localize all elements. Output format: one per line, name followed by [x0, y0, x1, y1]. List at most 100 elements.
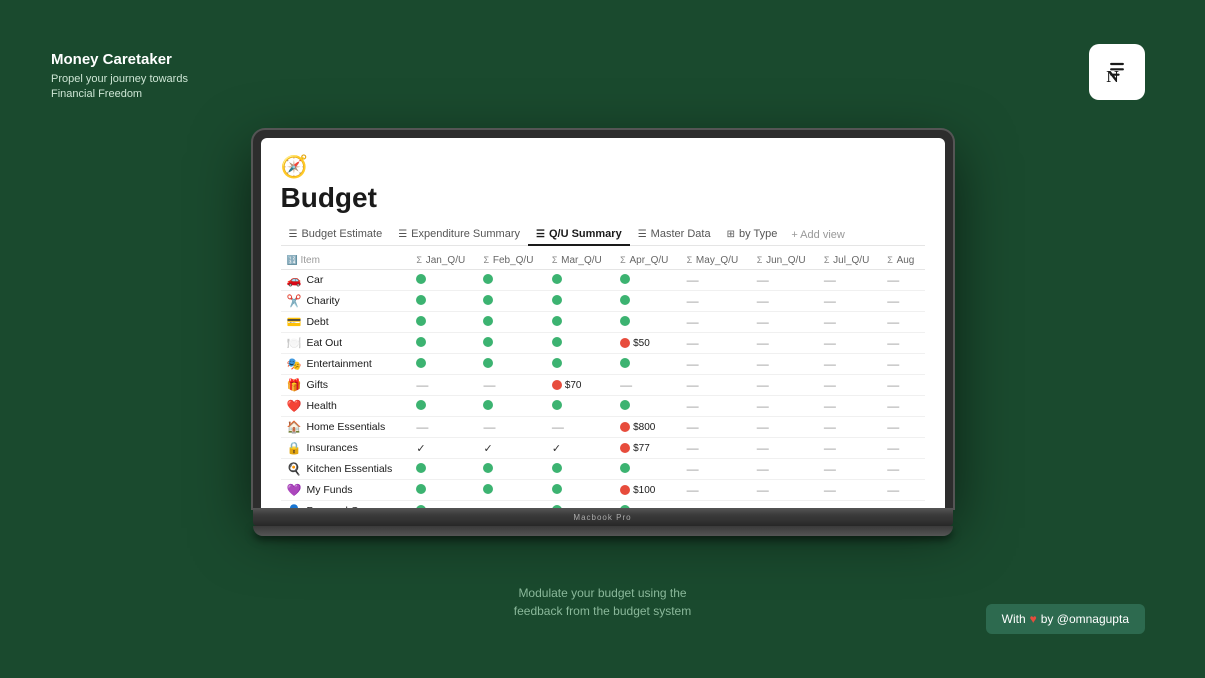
col-jun: Σ Jun_Q/U [751, 252, 818, 270]
green-dot [620, 274, 630, 284]
table-cell [614, 354, 680, 375]
dash-indicator: — [757, 315, 769, 329]
green-dot [552, 484, 562, 494]
table-cell: — [751, 291, 818, 312]
table-cell: ✓ [546, 438, 614, 459]
dash-indicator: — [687, 378, 699, 392]
item-emoji: 👤 [287, 504, 302, 508]
item-emoji: 🏠 [287, 420, 302, 434]
dash-indicator: — [620, 378, 632, 392]
heart-icon: ♥ [1030, 612, 1037, 626]
dash-indicator: — [824, 462, 836, 476]
green-dot [483, 316, 493, 326]
table-cell [410, 312, 477, 333]
brand-section: Money Caretaker Propel your journey towa… [51, 51, 188, 103]
table-cell: — [751, 501, 818, 509]
tab-master-data[interactable]: ☰ Master Data [630, 224, 719, 246]
item-name: Eat Out [306, 337, 342, 349]
table-cell: — [681, 375, 751, 396]
table-cell: — [818, 312, 881, 333]
tab-qu-summary[interactable]: ☰ Q/U Summary [528, 224, 630, 246]
green-dot [416, 337, 426, 347]
dash-indicator: — [483, 378, 495, 392]
overage-indicator: $100 [620, 485, 674, 496]
table-cell [410, 354, 477, 375]
dash-indicator: — [887, 483, 899, 497]
add-view-button[interactable]: + Add view [785, 225, 851, 245]
overage-indicator: $77 [620, 443, 674, 454]
dash-indicator: — [416, 420, 428, 434]
footer-text: Modulate your budget using thefeedback f… [514, 584, 691, 620]
overage-indicator: $800 [620, 422, 674, 433]
table-cell: — [818, 438, 881, 459]
col-apr: Σ Apr_Q/U [614, 252, 680, 270]
item-cell: 🍳 Kitchen Essentials [281, 459, 411, 480]
item-name: Personal Care [306, 505, 373, 508]
brand-title: Money Caretaker [51, 51, 188, 68]
table-cell: — [681, 354, 751, 375]
table-cell [477, 333, 545, 354]
item-name: Charity [306, 295, 339, 307]
table-cell: $70 [546, 375, 614, 396]
table-cell: — [681, 312, 751, 333]
table-row: 🚗 Car — — — — [281, 270, 925, 291]
notion-logo: N [1089, 44, 1145, 100]
table-cell [546, 354, 614, 375]
table-cell: — [818, 333, 881, 354]
table-icon-4: ☰ [638, 229, 647, 240]
item-name: Entertainment [306, 358, 371, 370]
dash-indicator: — [887, 315, 899, 329]
dash-indicator: — [687, 420, 699, 434]
svg-text:N: N [1106, 67, 1119, 86]
laptop-bottom [253, 526, 953, 536]
table-cell [477, 480, 545, 501]
tab-expenditure-summary[interactable]: ☰ Expenditure Summary [390, 224, 528, 246]
table-cell: — [477, 417, 545, 438]
item-emoji: 💳 [287, 315, 302, 329]
dash-indicator: — [687, 399, 699, 413]
dash-indicator: — [887, 336, 899, 350]
green-dot [620, 463, 630, 473]
table-cell: — [751, 354, 818, 375]
credit-prefix: With [1002, 612, 1026, 626]
table-cell [614, 501, 680, 509]
table-cell: — [751, 375, 818, 396]
table-cell [546, 396, 614, 417]
table-cell: — [818, 354, 881, 375]
dash-indicator: — [824, 420, 836, 434]
grid-icon: ⊞ [727, 229, 735, 240]
tab-budget-estimate[interactable]: ☰ Budget Estimate [281, 224, 391, 246]
col-may: Σ May_Q/U [681, 252, 751, 270]
green-dot [552, 316, 562, 326]
table-row: ❤️ Health — — — — [281, 396, 925, 417]
dash-indicator: — [687, 504, 699, 508]
item-name: Kitchen Essentials [306, 463, 392, 475]
item-emoji: ❤️ [287, 399, 302, 413]
dash-indicator: — [416, 378, 428, 392]
green-dot [552, 463, 562, 473]
credit-suffix: by @omnagupta [1041, 612, 1129, 626]
check-indicator: ✓ [483, 443, 492, 455]
table-cell [410, 501, 477, 509]
green-dot [552, 400, 562, 410]
table-cell: ✓ [410, 438, 477, 459]
green-dot [552, 505, 562, 509]
table-cell: — [881, 459, 924, 480]
item-name: My Funds [306, 484, 352, 496]
item-cell: 🎭 Entertainment [281, 354, 411, 375]
table-cell: — [614, 375, 680, 396]
dash-indicator: — [687, 483, 699, 497]
table-row: 🎁 Gifts — — $70 — — — — — [281, 375, 925, 396]
table-row: 💳 Debt — — — — [281, 312, 925, 333]
dash-indicator: — [824, 294, 836, 308]
table-cell [410, 333, 477, 354]
dash-indicator: — [824, 441, 836, 455]
table-cell: $100 [614, 480, 680, 501]
green-dot [552, 274, 562, 284]
item-emoji: 🍳 [287, 462, 302, 476]
tab-by-type[interactable]: ⊞ by Type [719, 224, 786, 246]
overage-indicator: $70 [552, 380, 608, 391]
table-cell: — [818, 270, 881, 291]
notion-page: 🧭 Budget ☰ Budget Estimate ☰ Expenditure… [261, 138, 945, 508]
table-cell: — [881, 417, 924, 438]
